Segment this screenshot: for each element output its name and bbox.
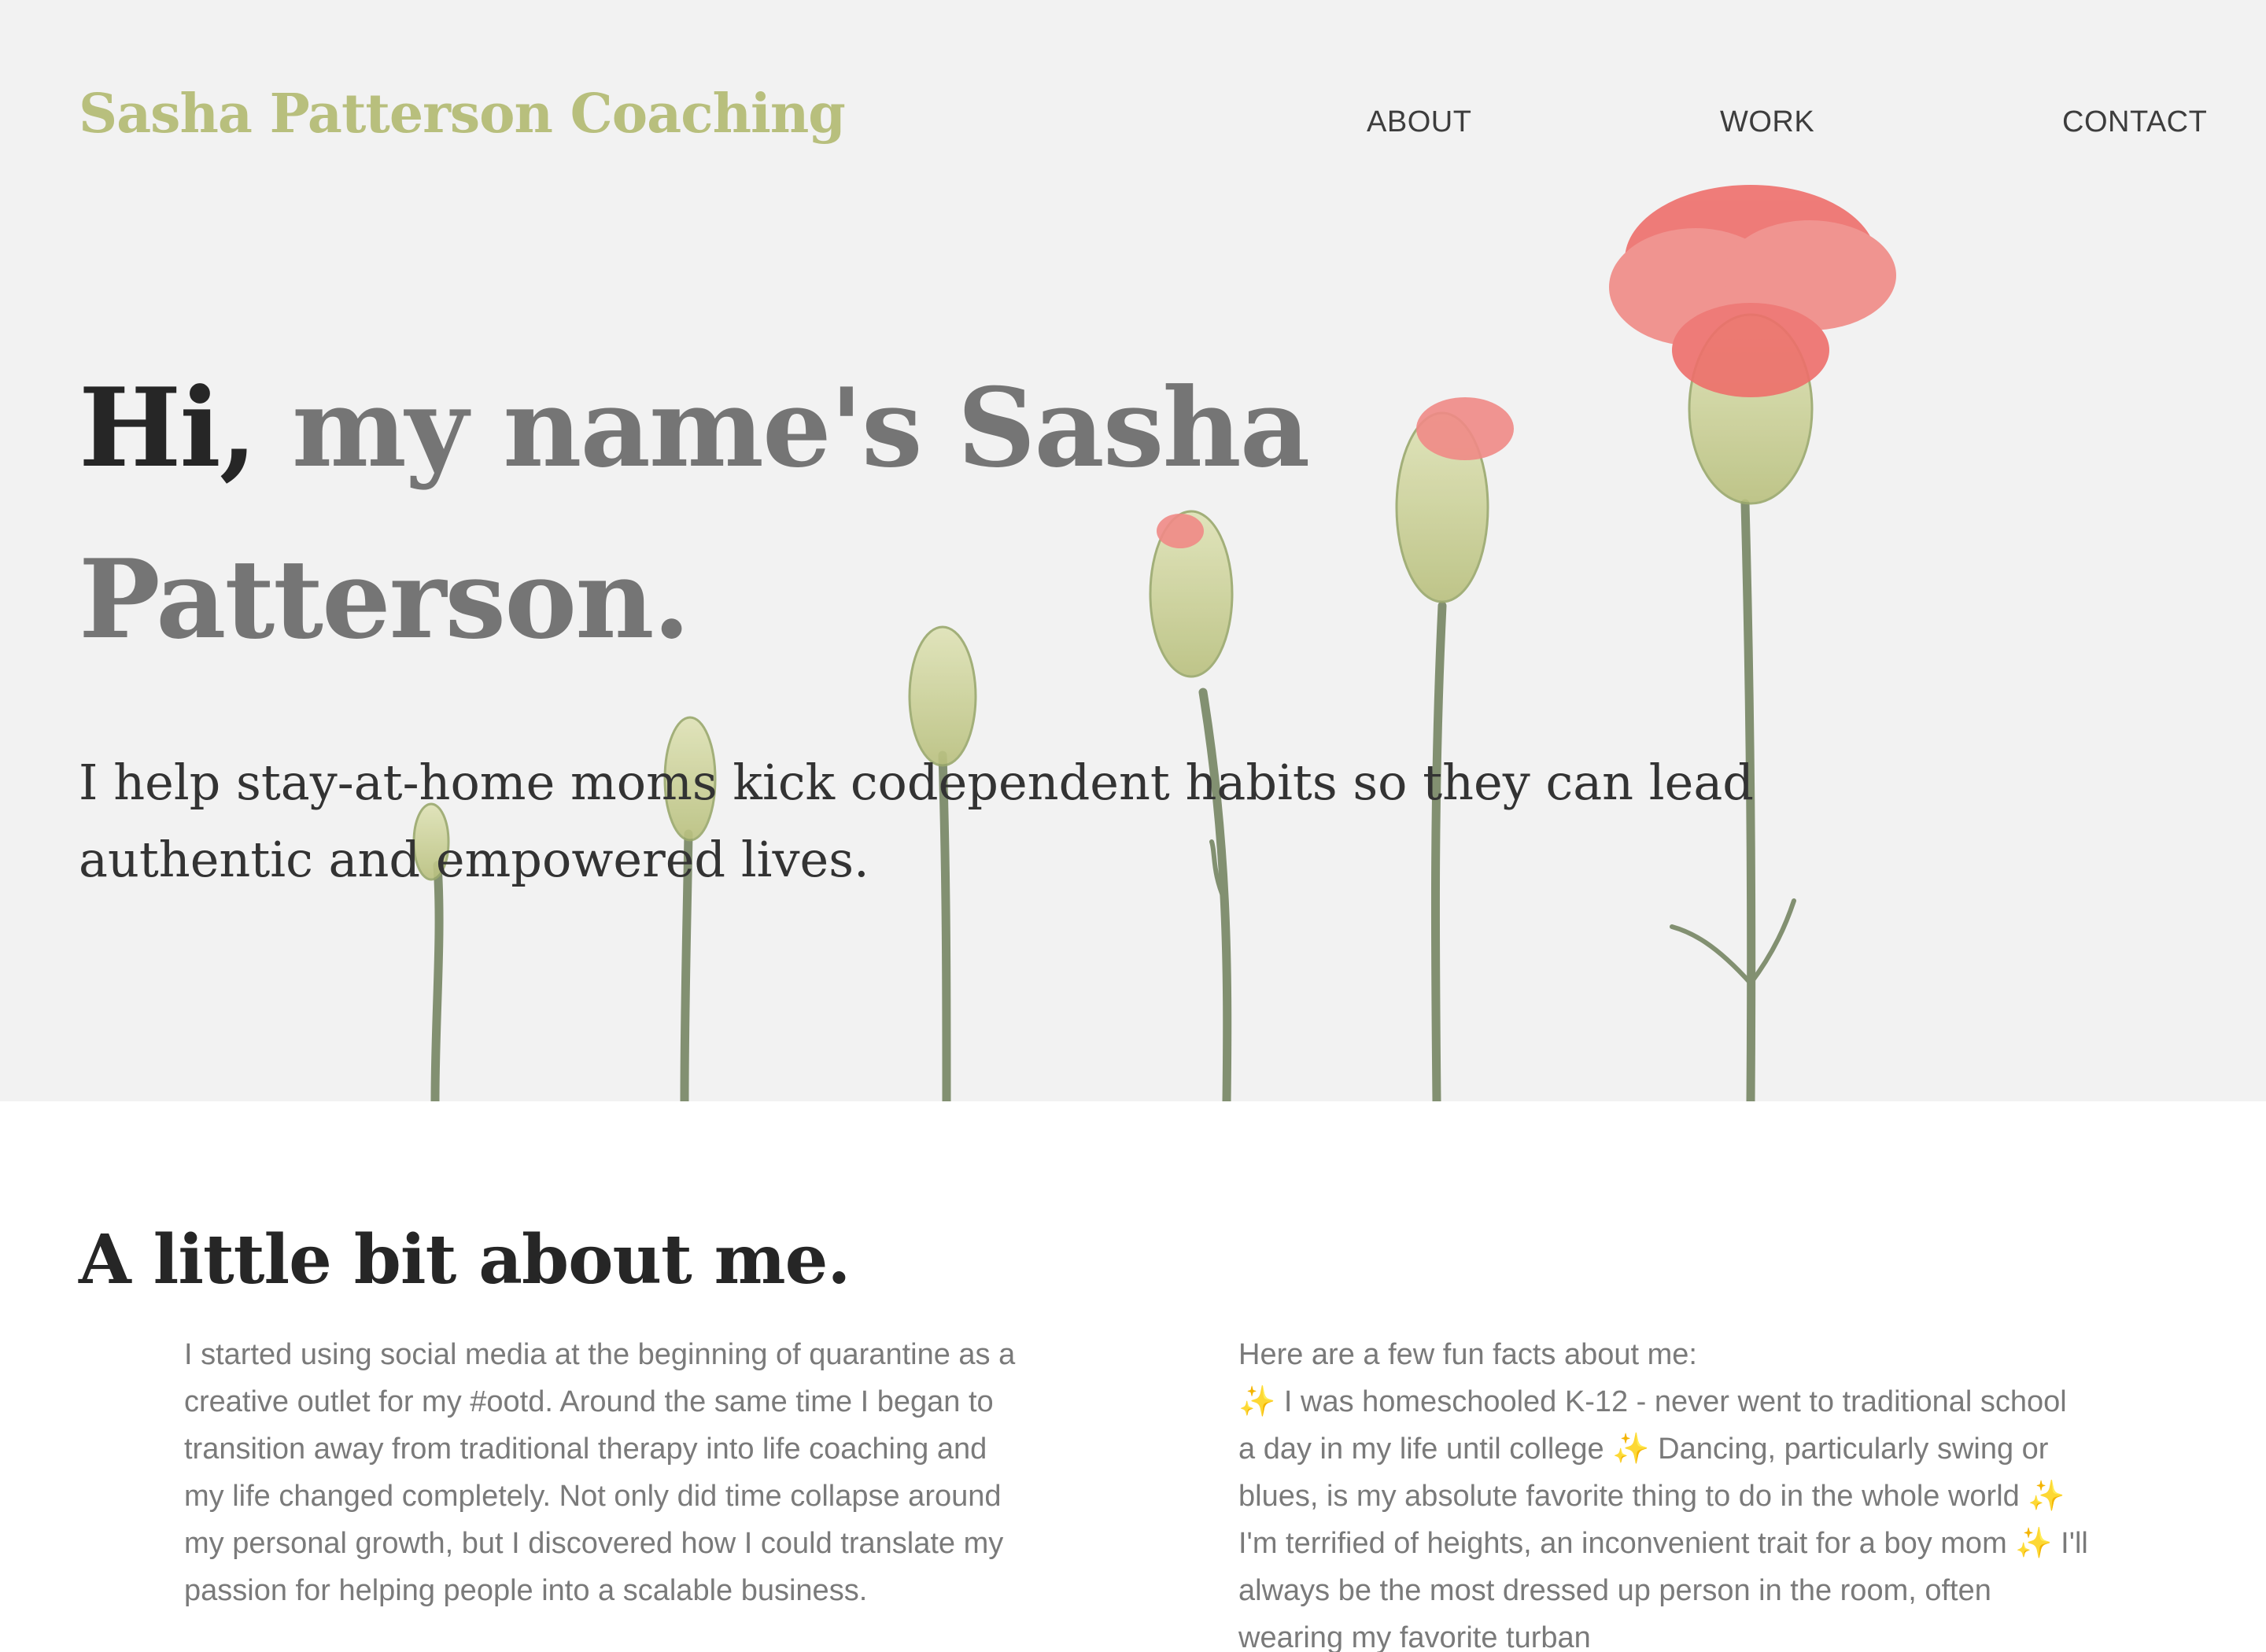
hero-heading: Hi, my name's Sasha Patterson. — [79, 342, 1338, 685]
hero-subtitle: I help stay-at-home moms kick codependen… — [79, 754, 1754, 888]
fun-facts: Here are a few fun facts about me: ✨ I w… — [1238, 1331, 2088, 1652]
about-paragraph: I started using social media at the begi… — [184, 1338, 1016, 1607]
brand-logo[interactable]: Sasha Patterson Coaching — [79, 85, 846, 144]
hero-section: Sasha Patterson Coaching ABOUT WORK CONT… — [0, 0, 2266, 1101]
nav-link-about[interactable]: ABOUT — [1367, 105, 1471, 139]
sparkle-icon: ✨ — [1238, 1385, 1276, 1418]
hero-heading-name: my name's Sasha Patterson. — [79, 363, 1310, 663]
site-header: Sasha Patterson Coaching ABOUT WORK CONT… — [0, 0, 2266, 236]
nav-link-work[interactable]: WORK — [1720, 105, 1814, 139]
sparkle-icon: ✨ — [2015, 1527, 2053, 1560]
about-title: A little bit about me. — [79, 1220, 851, 1300]
nav-link-contact[interactable]: CONTACT — [2062, 105, 2207, 139]
fun-fact: I'm terrified of heights, an inconvenien… — [1238, 1527, 2016, 1560]
sparkle-icon: ✨ — [2028, 1480, 2065, 1513]
fun-facts-intro: Here are a few fun facts about me: — [1238, 1338, 1697, 1371]
sparkle-icon: ✨ — [1612, 1433, 1650, 1466]
hero-greeting: Hi, — [79, 363, 257, 492]
